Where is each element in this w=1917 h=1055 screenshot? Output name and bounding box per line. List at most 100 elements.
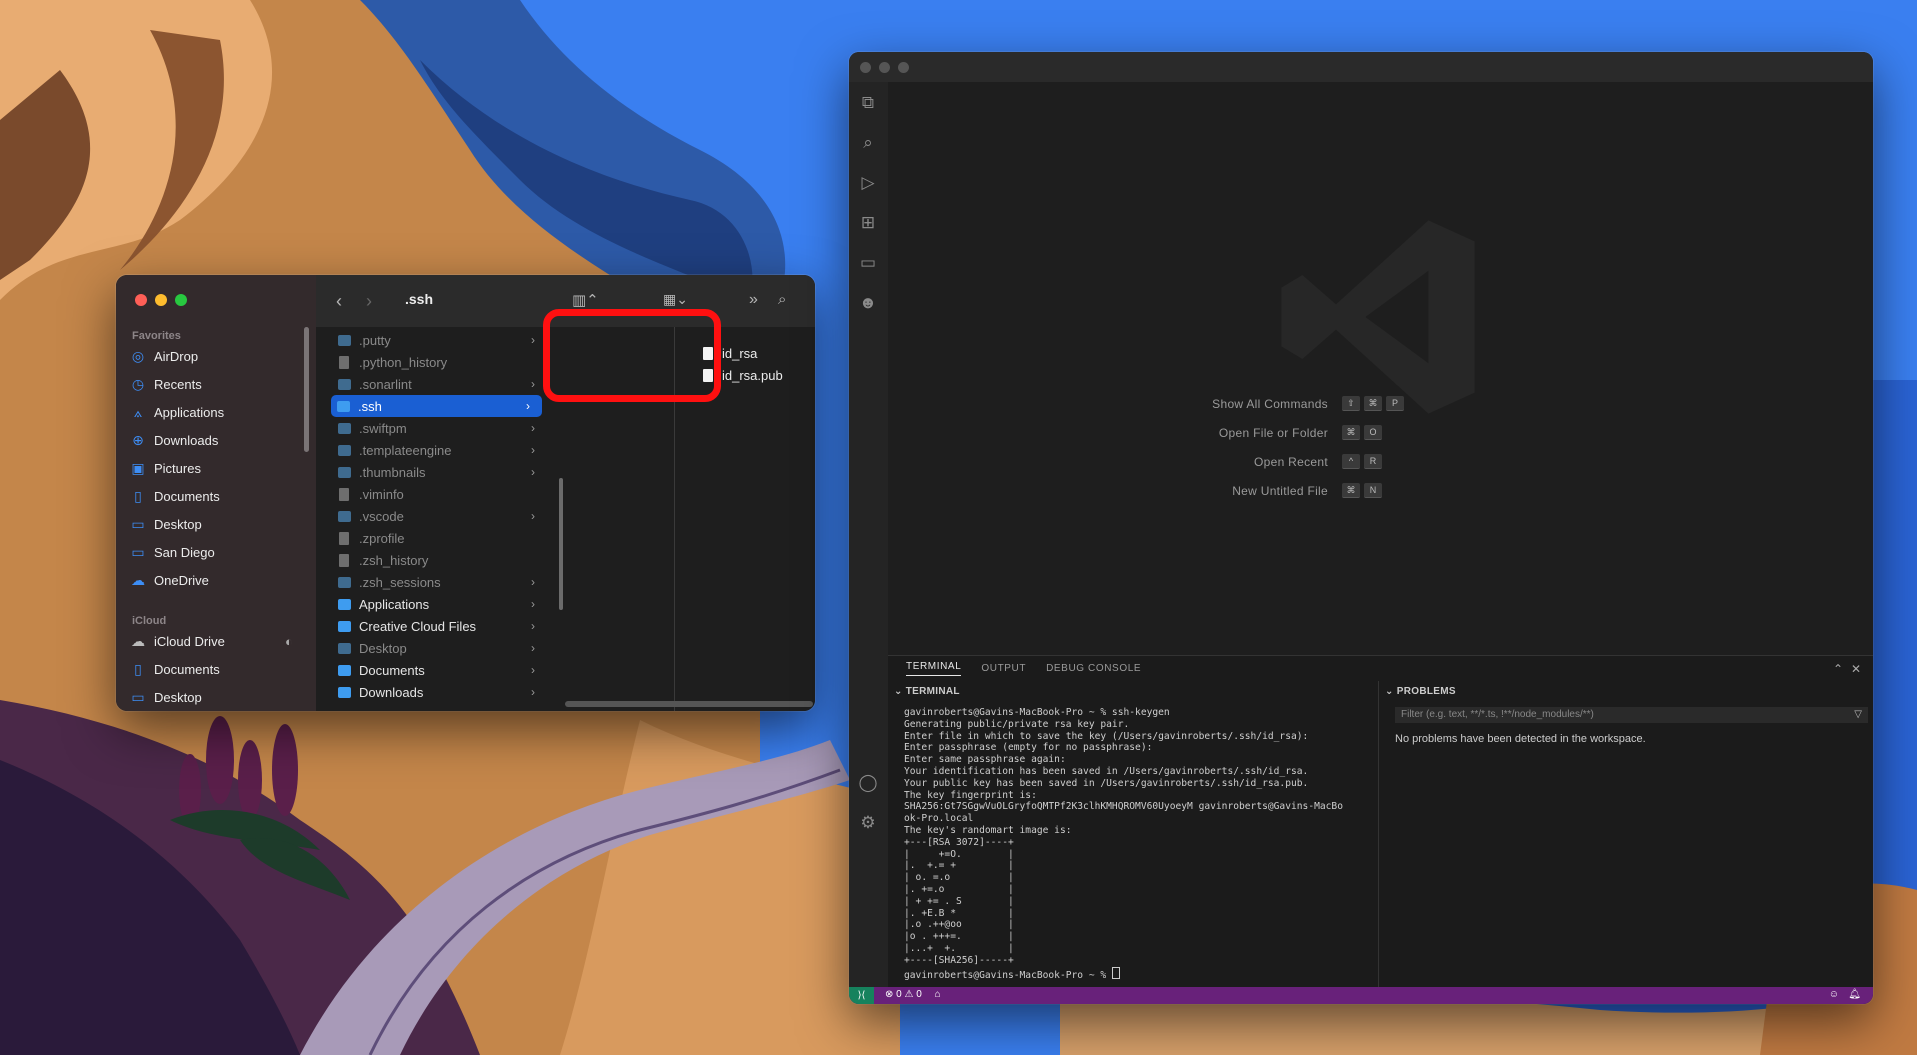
forward-button[interactable]: › bbox=[366, 291, 372, 312]
bell-icon[interactable]: 🔔︎ bbox=[1848, 989, 1861, 1000]
welcome-shortcut[interactable]: Show All Commands ⇧ ⌘ P bbox=[1178, 396, 1408, 411]
sidebar-item-icloud-documents[interactable]: ▯ Documents bbox=[130, 658, 300, 680]
file-row[interactable]: .zsh_history bbox=[332, 549, 547, 571]
no-problems-message: No problems have been detected in the wo… bbox=[1395, 733, 1646, 745]
folder-row[interactable]: .swiftpm › bbox=[332, 417, 547, 439]
chevron-right-icon: › bbox=[531, 377, 535, 391]
warning-icon: ⚠ bbox=[904, 989, 914, 1000]
close-panel-icon[interactable]: ✕ bbox=[1851, 662, 1861, 676]
folder-row[interactable]: .sonarlint › bbox=[332, 373, 547, 395]
column-scrollbar[interactable] bbox=[559, 478, 563, 610]
sidebar-section-icloud: iCloud bbox=[132, 615, 167, 627]
sidebar-item-onedrive[interactable]: ☁ OneDrive bbox=[130, 569, 300, 591]
terminal-line: | +=O. | bbox=[904, 848, 1014, 860]
extensions-icon[interactable]: ⊞ bbox=[857, 212, 879, 234]
item-name: Desktop bbox=[359, 640, 407, 656]
sidebar-item-airdrop[interactable]: ◎ AirDrop bbox=[130, 345, 300, 367]
folder-row[interactable]: Applications › bbox=[332, 593, 547, 615]
terminal-section-header[interactable]: ⌄ TERMINAL bbox=[894, 686, 960, 697]
file-row[interactable]: .viminfo bbox=[332, 483, 547, 505]
tab-terminal[interactable]: TERMINAL bbox=[906, 661, 962, 676]
folder-icon bbox=[338, 598, 351, 610]
home-icon[interactable]: ⌂ bbox=[935, 989, 941, 1000]
folder-row[interactable]: .thumbnails › bbox=[332, 461, 547, 483]
minimize-button[interactable] bbox=[879, 62, 890, 73]
back-button[interactable]: ‹ bbox=[336, 291, 342, 312]
minimize-button[interactable] bbox=[155, 294, 167, 306]
item-name: .python_history bbox=[359, 354, 448, 370]
terminal-line: gavinroberts@Gavins-MacBook-Pro ~ % ssh-… bbox=[904, 707, 1170, 718]
folder-row[interactable]: Creative Cloud Files › bbox=[332, 615, 547, 637]
remote-indicator-icon[interactable]: ⟩⟨ bbox=[849, 987, 874, 1004]
file-icon bbox=[339, 355, 349, 369]
folder-row[interactable]: .vscode › bbox=[332, 505, 547, 527]
sidebar-scrollbar[interactable] bbox=[304, 327, 309, 452]
sidebar-item-documents[interactable]: ▯ Documents bbox=[130, 485, 300, 507]
terminal-line: Enter file in which to save the key (/Us… bbox=[904, 730, 1309, 742]
sidebar-item-downloads[interactable]: ⊕ Downloads bbox=[130, 429, 300, 451]
more-toolbar-icon[interactable]: » bbox=[749, 291, 758, 309]
account-icon[interactable]: ◯ bbox=[857, 772, 879, 794]
folder-row[interactable]: Documents › bbox=[332, 659, 547, 681]
sidebar-item-recents[interactable]: ◷ Recents bbox=[130, 373, 300, 395]
copilot-icon[interactable]: ☻ bbox=[857, 292, 879, 314]
zoom-button[interactable] bbox=[175, 294, 187, 306]
file-row[interactable]: .zprofile bbox=[332, 527, 547, 549]
problems-section-header[interactable]: ⌄ PROBLEMS bbox=[1385, 686, 1456, 697]
sidebar-item-label: OneDrive bbox=[154, 572, 209, 588]
chevron-right-icon: › bbox=[531, 509, 535, 523]
zoom-button[interactable] bbox=[898, 62, 909, 73]
maximize-panel-icon[interactable]: ⌃ bbox=[1833, 662, 1843, 676]
terminal-output[interactable]: gavinroberts@Gavins-MacBook-Pro ~ % ssh-… bbox=[904, 707, 1374, 981]
sidebar-item-label: Documents bbox=[154, 488, 220, 504]
feedback-icon[interactable]: ☺ bbox=[1829, 989, 1839, 1000]
storage-status-icon: ◐ bbox=[285, 634, 293, 649]
sidebar-item-san-diego[interactable]: ▭ San Diego bbox=[130, 541, 300, 563]
search-icon[interactable]: ⌕ bbox=[857, 132, 879, 154]
explorer-icon[interactable]: ⧉ bbox=[857, 92, 879, 114]
folder-row[interactable]: .ssh › bbox=[331, 395, 542, 417]
problems-status[interactable]: ⊗ 0 ⚠ 0 ⌂ bbox=[885, 989, 941, 1000]
terminal-line: +----[SHA256]-----+ bbox=[904, 954, 1014, 966]
search-icon[interactable]: ⌕ bbox=[778, 291, 786, 308]
gear-icon[interactable]: ⚙ bbox=[857, 812, 879, 834]
terminal-pane[interactable]: ⌄ TERMINAL gavinroberts@Gavins-MacBook-P… bbox=[888, 681, 1379, 987]
folder-row[interactable]: Desktop › bbox=[332, 637, 547, 659]
remote-explorer-icon[interactable]: ▭ bbox=[857, 252, 879, 274]
file-icon bbox=[339, 487, 349, 501]
terminal-line: Enter same passphrase again: bbox=[904, 754, 1066, 766]
airdrop-icon: ◎ bbox=[131, 348, 145, 364]
folder-row[interactable]: Downloads › bbox=[332, 681, 547, 703]
sidebar-item-applications[interactable]: ⟑ Applications bbox=[130, 401, 300, 423]
file-row[interactable]: .python_history bbox=[332, 351, 547, 373]
sidebar-item-label: Downloads bbox=[154, 432, 219, 448]
folder-icon bbox=[338, 576, 351, 588]
welcome-shortcut[interactable]: New Untitled File ⌘ N bbox=[1178, 483, 1386, 498]
sidebar-item-pictures[interactable]: ▣ Pictures bbox=[130, 457, 300, 479]
sidebar-item-icloud-drive[interactable]: ☁ iCloud Drive ◐ bbox=[130, 630, 300, 652]
terminal-line: gavinroberts@Gavins-MacBook-Pro ~ % bbox=[904, 969, 1112, 981]
sidebar-item-icloud-desktop[interactable]: ▭ Desktop bbox=[130, 686, 300, 708]
folder-row[interactable]: .putty › bbox=[332, 329, 547, 351]
run-debug-icon[interactable]: ▷ bbox=[857, 172, 879, 194]
problems-filter-input[interactable]: Filter (e.g. text, **/*.ts, !**/node_mod… bbox=[1395, 707, 1868, 723]
folder-icon bbox=[338, 422, 351, 434]
close-button[interactable] bbox=[860, 62, 871, 73]
tab-output[interactable]: OUTPUT bbox=[981, 663, 1026, 674]
folder-row[interactable]: .templateengine › bbox=[332, 439, 547, 461]
welcome-shortcut[interactable]: Open File or Folder ⌘ O bbox=[1178, 425, 1386, 440]
tab-debug-console[interactable]: DEBUG CONSOLE bbox=[1046, 663, 1141, 674]
sidebar-section-favorites: Favorites bbox=[132, 330, 181, 342]
close-button[interactable] bbox=[135, 294, 147, 306]
group-by-icon[interactable]: ▦⌄ bbox=[663, 291, 688, 308]
horizontal-scrollbar[interactable] bbox=[565, 701, 813, 707]
column-view-icon[interactable]: ▥⌃ bbox=[572, 291, 599, 309]
folder-icon bbox=[338, 664, 351, 676]
applications-icon: ⟑ bbox=[133, 404, 143, 420]
item-name: Downloads bbox=[359, 684, 424, 700]
filter-icon[interactable]: ▽ bbox=[1854, 707, 1862, 723]
keyboard-key: O bbox=[1364, 425, 1382, 440]
welcome-shortcut[interactable]: Open Recent ^ R bbox=[1178, 454, 1386, 469]
sidebar-item-desktop[interactable]: ▭ Desktop bbox=[130, 513, 300, 535]
folder-row[interactable]: .zsh_sessions › bbox=[332, 571, 547, 593]
